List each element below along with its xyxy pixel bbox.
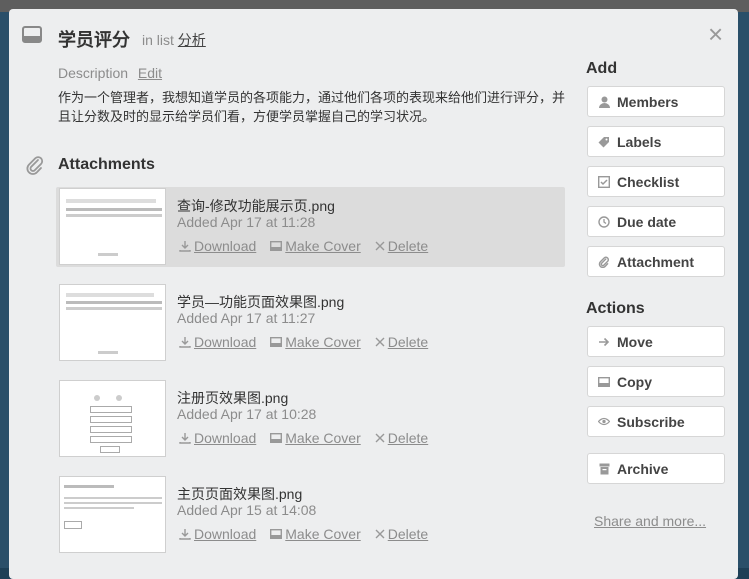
close-icon [375,433,385,443]
eye-icon [598,416,610,428]
share-and-more-link[interactable]: Share and more... [594,513,706,529]
attachment-thumbnail[interactable] [59,284,166,361]
attachment-button[interactable]: Attachment [587,246,725,277]
attachment-thumbnail[interactable] [59,380,166,457]
download-icon [179,433,191,444]
in-list-prefix: in list [142,32,174,48]
download-link[interactable]: Download [179,526,256,542]
card-title[interactable]: 学员评分 [58,26,130,52]
make-cover-link[interactable]: Make Cover [270,238,361,254]
delete-link[interactable]: Delete [375,430,428,446]
paperclip-icon [598,256,610,268]
actions-heading: Actions [586,300,645,317]
attachment-name[interactable]: 查询-修改功能展示页.png [177,196,335,216]
delete-link[interactable]: Delete [375,334,428,350]
close-icon [375,337,385,347]
description-header: Description Edit [58,65,162,81]
card-icon [22,26,42,43]
make-cover-link[interactable]: Make Cover [270,526,361,542]
checklist-label: Checklist [617,173,680,190]
close-icon [375,529,385,539]
paperclip-icon [25,155,45,180]
clock-icon [598,215,610,228]
attachment-item[interactable]: 注册页效果图.png Added Apr 17 at 10:28 Downloa… [56,379,565,459]
attachment-date: Added Apr 17 at 10:28 [177,406,317,422]
delete-link[interactable]: Delete [375,526,428,542]
card-icon [270,433,283,443]
card-detail-window: × 学员评分 in list 分析 Description Edit 作为一个管… [9,9,738,579]
due-date-button[interactable]: Due date [587,206,725,237]
close-icon[interactable]: × [708,21,723,47]
person-icon [598,96,610,108]
move-button[interactable]: Move [587,326,725,357]
members-button[interactable]: Members [587,86,725,117]
checkbox-icon [598,175,610,188]
arrow-right-icon [598,336,610,348]
close-icon [375,241,385,251]
archive-label: Archive [617,460,669,477]
card-icon [270,529,283,539]
card-icon [598,376,610,388]
card-icon [270,337,283,347]
attachment-thumbnail[interactable] [59,188,166,265]
attachment-item[interactable]: 查询-修改功能展示页.png Added Apr 17 at 11:28 Dow… [56,187,565,267]
checklist-button[interactable]: Checklist [587,166,725,197]
due-date-label: Due date [617,213,677,230]
download-link[interactable]: Download [179,430,256,446]
make-cover-link[interactable]: Make Cover [270,334,361,350]
move-label: Move [617,333,653,350]
copy-label: Copy [617,373,652,390]
attachments-heading: Attachments [58,156,155,173]
attachment-thumbnail[interactable] [59,476,166,553]
delete-link[interactable]: Delete [375,238,428,254]
archive-icon [598,463,610,475]
attachment-date: Added Apr 15 at 14:08 [177,502,317,518]
members-label: Members [617,93,679,110]
archive-button[interactable]: Archive [587,453,725,484]
add-heading: Add [586,60,618,77]
subscribe-button[interactable]: Subscribe [587,406,725,437]
labels-label: Labels [617,133,662,150]
download-icon [179,337,191,348]
card-list-info: in list 分析 [142,30,206,50]
attachment-name[interactable]: 学员—功能页面效果图.png [177,292,344,312]
copy-button[interactable]: Copy [587,366,725,397]
download-icon [179,529,191,540]
labels-button[interactable]: Labels [587,126,725,157]
attachment-label: Attachment [617,253,695,270]
board-background-right [737,12,749,568]
attachment-item[interactable]: 主页页面效果图.png Added Apr 15 at 14:08 Downlo… [56,475,565,555]
attachment-item[interactable]: 学员—功能页面效果图.png Added Apr 17 at 11:27 Dow… [56,283,565,363]
subscribe-label: Subscribe [617,413,685,430]
make-cover-link[interactable]: Make Cover [270,430,361,446]
download-link[interactable]: Download [179,334,256,350]
download-icon [179,241,191,252]
card-icon [270,241,283,251]
attachment-date: Added Apr 17 at 11:27 [177,310,316,326]
list-name-link[interactable]: 分析 [178,32,206,48]
attachment-date: Added Apr 17 at 11:28 [177,214,316,230]
attachment-name[interactable]: 注册页效果图.png [177,388,288,408]
edit-description-link[interactable]: Edit [138,65,162,81]
description-label: Description [58,65,129,81]
tag-icon [598,136,610,148]
attachment-name[interactable]: 主页页面效果图.png [177,484,302,504]
download-link[interactable]: Download [179,238,256,254]
description-text[interactable]: 作为一个管理者，我想知道学员的各项能力，通过他们各项的表现来给他们进行评分，并且… [58,88,568,126]
